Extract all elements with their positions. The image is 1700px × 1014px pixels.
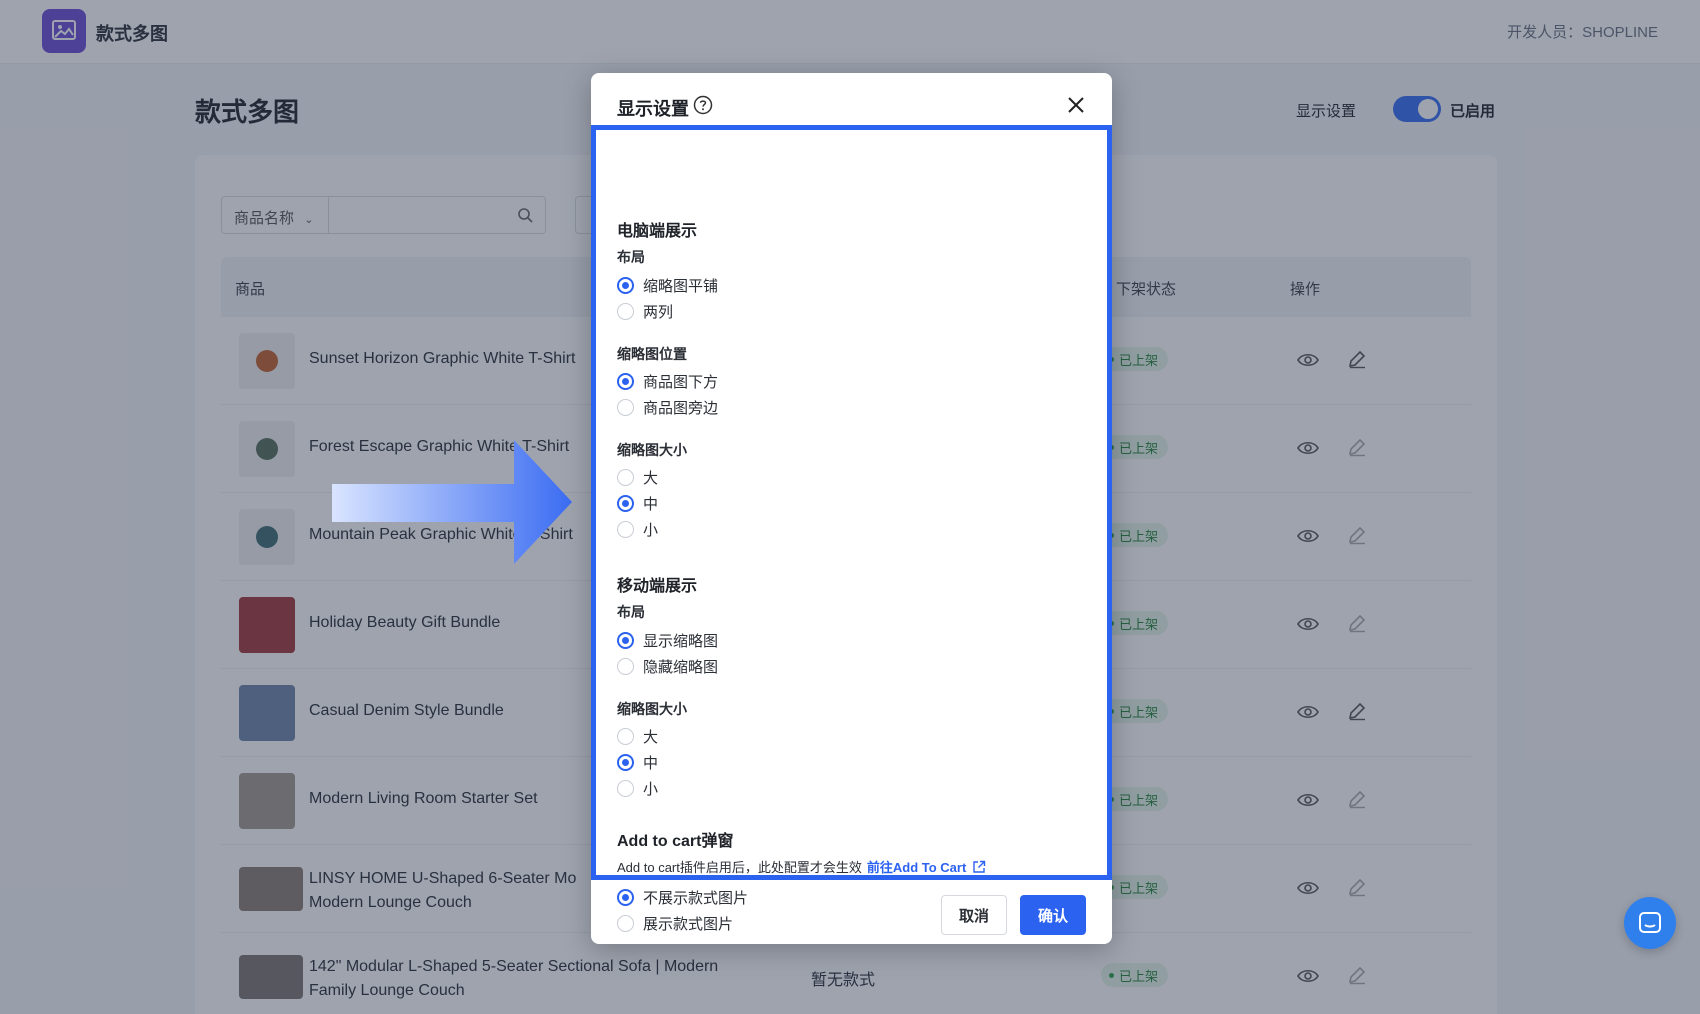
desktop-size-small-radio[interactable]: 小 (617, 518, 658, 540)
cart-section-title: Add to cart弹窗 (617, 833, 734, 850)
desktop-position-below-radio[interactable]: 商品图下方 (617, 370, 718, 392)
add-to-cart-link[interactable]: 前往Add To Cart (867, 857, 966, 876)
desktop-section-title: 电脑端展示 (617, 223, 698, 240)
mobile-section-title: 移动端展示 (617, 578, 698, 595)
desktop-position-label: 缩略图位置 (617, 346, 687, 362)
desktop-layout-two-col-radio[interactable]: 两列 (617, 300, 673, 322)
help-icon[interactable] (693, 95, 713, 115)
desktop-size-medium-radio[interactable]: 中 (617, 492, 658, 514)
mobile-layout-label: 布局 (617, 604, 645, 620)
desktop-layout-tile-radio[interactable]: 缩略图平铺 (617, 274, 718, 296)
chat-button[interactable] (1624, 897, 1676, 949)
chat-icon (1639, 912, 1661, 933)
mobile-size-large-radio[interactable]: 大 (617, 725, 658, 747)
modal-body: 电脑端展示 布局 缩略图平铺 两列 缩略图位置 商品图下方 商品图旁边 缩略图大… (617, 143, 1087, 953)
desktop-position-side-radio[interactable]: 商品图旁边 (617, 396, 718, 418)
desktop-size-large-radio[interactable]: 大 (617, 466, 658, 488)
display-settings-modal: 显示设置 电脑端展示 布局 缩略图平铺 两列 缩略图位置 商品图下方 商品图旁边… (591, 73, 1112, 944)
desktop-size-label: 缩略图大小 (617, 442, 687, 458)
modal-title: 显示设置 (617, 99, 689, 119)
mobile-layout-show-radio[interactable]: 显示缩略图 (617, 629, 718, 651)
mobile-layout-hide-radio[interactable]: 隐藏缩略图 (617, 655, 718, 677)
confirm-button[interactable]: 确认 (1020, 895, 1086, 935)
modal-footer: 取消 确认 (591, 883, 1112, 944)
mobile-size-small-radio[interactable]: 小 (617, 777, 658, 799)
cancel-button[interactable]: 取消 (941, 895, 1007, 935)
external-link-icon[interactable] (972, 860, 986, 874)
close-icon[interactable] (1066, 95, 1086, 115)
mobile-size-label: 缩略图大小 (617, 701, 687, 717)
mobile-size-medium-radio[interactable]: 中 (617, 751, 658, 773)
arrow-right-icon (332, 440, 572, 564)
cart-note: Add to cart插件启用后，此处配置才会生效 前往Add To Cart (617, 857, 986, 876)
desktop-layout-label: 布局 (617, 249, 645, 265)
